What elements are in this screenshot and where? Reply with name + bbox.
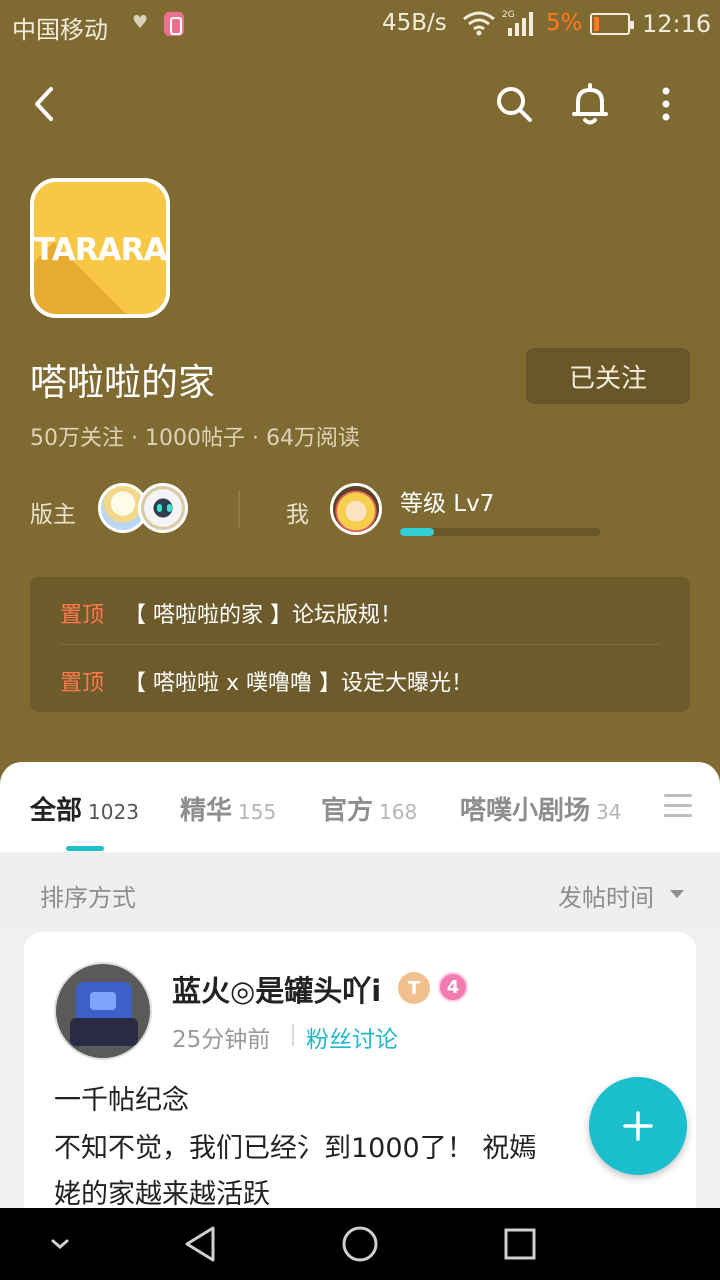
caret-down-icon[interactable] (670, 890, 684, 898)
post-time: 25分钟前 (172, 1027, 271, 1053)
divider (238, 490, 240, 528)
tab-label: 嗒噗小剧场 (460, 796, 591, 826)
category-tabs: 全部 1023 精华 155 官方 168 嗒噗小剧场 34 (0, 762, 720, 852)
author-avatar[interactable] (54, 962, 152, 1060)
sort-dropdown[interactable]: 发帖时间 (558, 878, 654, 913)
divider (60, 644, 660, 645)
network-speed: 45B/s (382, 10, 447, 36)
pinned-title: 【 嗒啦啦的家 】论坛版规！ (124, 603, 403, 628)
follow-button[interactable]: 已关注 (526, 348, 690, 404)
nav-home-button[interactable] (338, 1222, 382, 1266)
active-tab-indicator (66, 846, 104, 851)
status-bar: 中国移动 ♥ 45B/s 2G 5% 12:16 (0, 0, 720, 50)
tab-official[interactable]: 官方 168 (321, 790, 417, 827)
back-icon (35, 87, 53, 121)
svg-text:2G: 2G (502, 10, 515, 20)
new-post-button[interactable] (589, 1077, 687, 1175)
forum-stats: 50万关注 · 1000帖子 · 64万阅读 (30, 426, 360, 451)
forum-name: 嗒啦啦的家 (30, 361, 215, 404)
title-badge: T (398, 972, 430, 1004)
tab-featured[interactable]: 精华 155 (180, 790, 276, 827)
pinned-title: 【 嗒啦啦 x 噗噜噜 】设定大曝光！ (124, 671, 474, 696)
level-text: 等级 Lv7 (400, 491, 495, 517)
sort-label: 排序方式 (40, 884, 136, 912)
nav-recents-button[interactable] (498, 1222, 542, 1266)
search-button[interactable] (488, 78, 540, 130)
carrier-name: 中国移动 (12, 16, 108, 44)
battery-percent: 5% (546, 10, 583, 36)
level-progress-fill (400, 528, 434, 536)
notification-app-icon (164, 12, 184, 36)
battery-icon (590, 13, 634, 35)
moderator-avatar[interactable] (138, 483, 188, 533)
tab-label: 全部 (30, 796, 83, 826)
pinned-posts: 置顶【 嗒啦啦的家 】论坛版规！ 置顶【 嗒啦啦 x 噗噜噜 】设定大曝光！ (30, 577, 690, 712)
clock: 12:16 (642, 10, 712, 38)
pinned-post[interactable]: 置顶【 嗒啦啦的家 】论坛版规！ (60, 597, 402, 629)
post-category[interactable]: 粉丝讨论 (306, 1020, 398, 1054)
heart-icon: ♥ (132, 12, 149, 33)
forum-logo: TARARA (30, 178, 170, 318)
home-circle-icon (342, 1226, 378, 1262)
me-label: 我 (286, 502, 309, 528)
tab-label: 精华 (180, 796, 233, 826)
more-vertical-icon (662, 87, 670, 121)
pinned-post[interactable]: 置顶【 嗒啦啦 x 噗噜噜 】设定大曝光！ (60, 665, 473, 697)
level-badge: 4 (438, 972, 468, 1002)
tab-theater[interactable]: 嗒噗小剧场 34 (460, 790, 621, 827)
back-triangle-icon (185, 1226, 215, 1262)
tab-label: 官方 (321, 796, 374, 826)
notifications-button[interactable] (564, 78, 616, 130)
post-body-line: 不知不觉，我们已经氵到1000了！ 祝嫣 (54, 1133, 537, 1164)
plus-icon (623, 1111, 653, 1141)
logo-text: TARARA (34, 232, 167, 268)
my-avatar[interactable] (330, 483, 382, 535)
more-button[interactable] (640, 78, 692, 130)
recents-square-icon (504, 1228, 536, 1260)
wifi-icon (463, 11, 495, 36)
back-button[interactable] (18, 78, 70, 130)
author-name[interactable]: 蓝火◎是罐头吖i (172, 968, 381, 1010)
search-icon (497, 87, 532, 122)
moderator-label: 版主 (30, 502, 76, 528)
bell-icon (572, 83, 608, 125)
tab-count: 1023 (88, 800, 139, 824)
system-nav-bar (0, 1208, 720, 1280)
tab-count: 155 (238, 800, 277, 824)
post-body: 不知不觉，我们已经氵到1000了！ 祝嫣 姥的家越来越活跃 (54, 1126, 674, 1218)
post-card[interactable]: 蓝火◎是罐头吖i T 4 25分钟前 粉丝讨论 一千帖纪念 不知不觉，我们已经氵… (24, 932, 696, 1232)
tab-count: 168 (379, 800, 418, 824)
sort-bar: 排序方式 发帖时间 (0, 852, 720, 932)
pinned-tag: 置顶 (60, 603, 105, 628)
tab-count: 34 (596, 800, 622, 824)
post-title: 一千帖纪念 (54, 1085, 189, 1116)
forum-header: 中国移动 ♥ 45B/s 2G 5% 12:16 TARARA 嗒啦啦的家 已关… (0, 0, 720, 790)
nav-back-button[interactable] (178, 1222, 222, 1266)
level-progress-bar (400, 528, 600, 536)
nav-hide-button[interactable] (38, 1222, 82, 1266)
tab-all[interactable]: 全部 1023 (30, 790, 139, 827)
divider (292, 1024, 294, 1046)
pinned-tag: 置顶 (60, 671, 105, 696)
signal-icon: 2G (502, 10, 533, 36)
tab-list-icon[interactable] (660, 792, 692, 820)
chevron-down-icon (51, 1239, 69, 1249)
